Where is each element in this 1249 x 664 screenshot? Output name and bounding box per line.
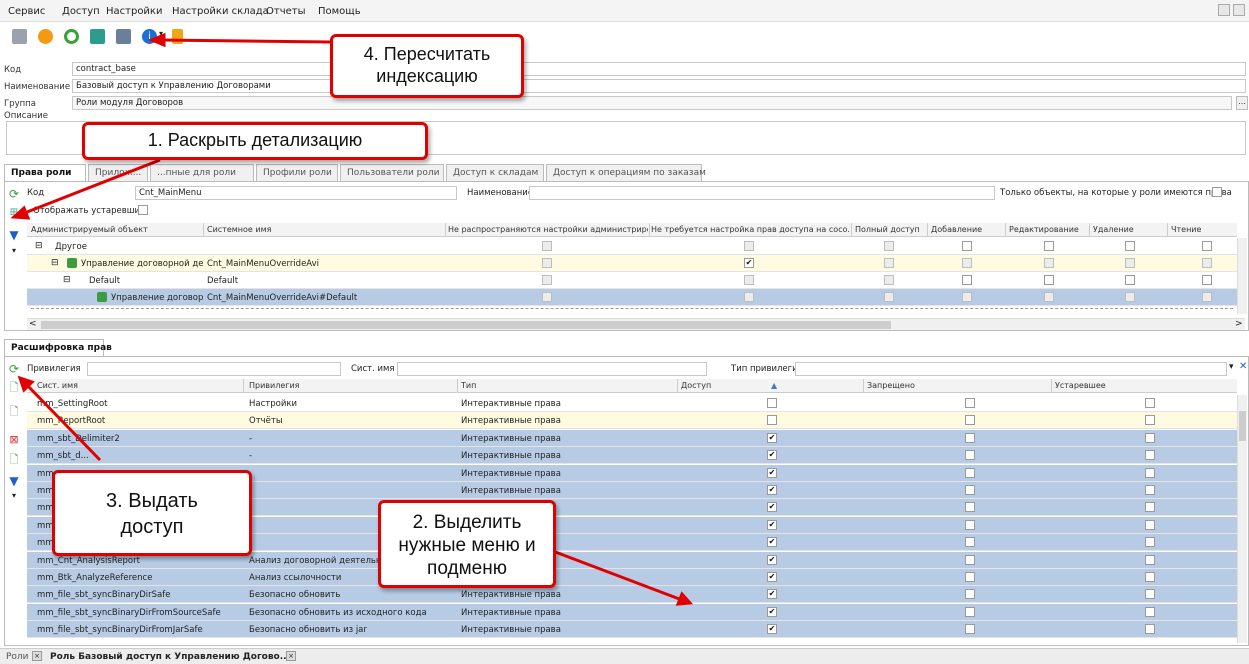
callout-select-menus: 2. Выделить нужные меню и подменю <box>378 500 556 588</box>
callout-expand-detail: 1. Раскрыть детализацию <box>82 122 428 160</box>
arrow-4-head <box>148 32 166 48</box>
arrow-3 <box>24 382 102 462</box>
callout-reindex: 4. Пересчитать индексацию <box>330 34 524 98</box>
arrow-2-head <box>675 591 694 606</box>
arrow-1-head <box>10 205 31 220</box>
arrow-4 <box>159 38 331 44</box>
callout-grant-access: 3. Выдать доступ <box>52 470 252 556</box>
arrow-2 <box>549 548 683 602</box>
arrow-1 <box>21 158 161 216</box>
annotation-arrows <box>10 32 694 606</box>
